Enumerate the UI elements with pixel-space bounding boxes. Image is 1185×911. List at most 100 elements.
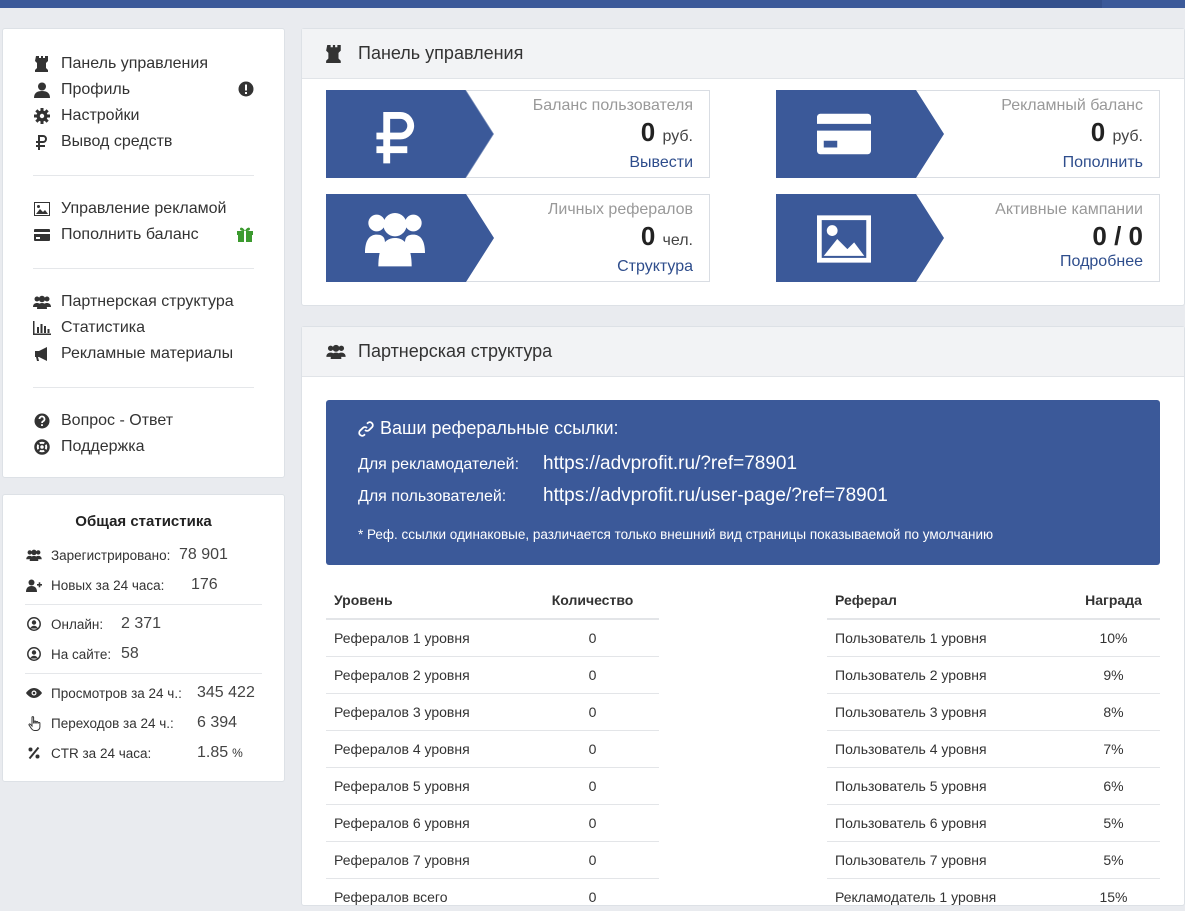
- user-ref-link[interactable]: https://advprofit.ru/user-page/?ref=7890…: [543, 485, 888, 507]
- ruble-icon: [373, 105, 421, 172]
- column-header: Уровень: [326, 581, 526, 620]
- users-icon: [365, 209, 425, 272]
- table-cell: 5%: [1067, 841, 1160, 879]
- tile-active-campaigns: Активные кампании 0 / 0 Подробнее: [776, 194, 1160, 282]
- tile-value: 0 руб.: [1001, 117, 1143, 152]
- table-cell: Пользователь 6 уровня: [827, 804, 1067, 842]
- advertiser-ref-link[interactable]: https://advprofit.ru/?ref=78901: [543, 453, 797, 475]
- divider: [25, 673, 262, 674]
- table-row: Пользователь 6 уровня 5%: [827, 804, 1160, 842]
- table-cell: Рефералов 7 уровня: [326, 841, 526, 879]
- dashboard-header: Панель управления: [302, 29, 1184, 79]
- tile-label: Баланс пользователя: [532, 97, 693, 114]
- tile-label: Активные кампании: [995, 201, 1143, 218]
- table-cell: Рефералов 2 уровня: [326, 656, 526, 694]
- sidebar: Панель управления Профиль Настройки Выво…: [2, 28, 285, 782]
- general-stats-panel: Общая статистика Зарегистрировано: 78 90…: [2, 494, 285, 782]
- user-circle-icon: [25, 617, 43, 631]
- sidebar-item-profile[interactable]: Профиль: [33, 77, 254, 103]
- link-icon: [358, 420, 374, 437]
- tile-number: 0: [640, 221, 656, 251]
- navbar-user-area[interactable]: [1000, 0, 1102, 8]
- sidebar-item-topup[interactable]: Пополнить баланс: [33, 222, 254, 248]
- sidebar-item-faq[interactable]: Вопрос - Ответ: [33, 408, 254, 434]
- table-row: Рефералов 6 уровня 0: [326, 804, 659, 842]
- table-cell: Рефералов всего: [326, 878, 526, 911]
- table-cell: Рефералов 3 уровня: [326, 693, 526, 731]
- tile-label: Личных рефералов: [547, 201, 693, 218]
- tile-number: 0 / 0: [1092, 221, 1143, 251]
- nav-group-ads: Управление рекламой Пополнить баланс: [3, 196, 284, 248]
- main-content: Панель управления Баланс пользователя 0 …: [301, 28, 1185, 911]
- divider: [33, 175, 254, 176]
- sidebar-item-settings[interactable]: Настройки: [33, 103, 254, 129]
- divider: [33, 268, 254, 269]
- nav-group-main: Панель управления Профиль Настройки Выво…: [3, 51, 284, 155]
- stat-value: 58: [121, 645, 139, 662]
- sidebar-item-label: Вывод средств: [61, 133, 173, 150]
- tile-ad-balance: Рекламный баланс 0 руб. Пополнить: [776, 90, 1160, 178]
- table-header: Уровень Количество: [326, 581, 659, 620]
- sidebar-item-label: Поддержка: [61, 438, 145, 455]
- tile-text: Активные кампании 0 / 0 Подробнее: [995, 201, 1143, 271]
- bullhorn-icon: [33, 345, 51, 363]
- column-header: Реферал: [827, 581, 1067, 620]
- levels-table: Уровень Количество Рефералов 1 уровня 0 Р…: [326, 581, 659, 911]
- rook-icon: [33, 55, 51, 73]
- exclamation-circle-icon: [238, 81, 254, 102]
- table-cell: 0: [526, 878, 659, 911]
- referral-note: * Реф. ссылки одинаковые, различается то…: [358, 527, 994, 542]
- page-title: Панель управления: [358, 43, 524, 63]
- sidebar-item-withdraw[interactable]: Вывод средств: [33, 129, 254, 155]
- stat-value: 1.85: [197, 744, 229, 761]
- details-link[interactable]: Подробнее: [995, 253, 1143, 271]
- structure-link[interactable]: Структура: [548, 258, 693, 276]
- divider: [33, 387, 254, 388]
- column-header: Награда: [1067, 581, 1160, 620]
- tile-text: Личных рефералов 0 чел. Структура: [548, 201, 693, 276]
- ref-label: Для рекламодателей:: [358, 456, 520, 473]
- gear-icon: [33, 107, 51, 125]
- users-icon: [33, 293, 51, 311]
- image-icon: [816, 215, 872, 268]
- sidebar-item-label: Профиль: [61, 81, 131, 98]
- sidebar-item-label: Статистика: [61, 319, 146, 336]
- table-row: Рефералов 1 уровня 0: [326, 619, 659, 657]
- stat-value: 78 901: [179, 546, 228, 563]
- stat-value: 6 394: [197, 714, 238, 731]
- table-cell: 8%: [1067, 693, 1160, 731]
- sidebar-item-label: Пополнить баланс: [61, 226, 199, 243]
- table-row: Рефералов 7 уровня 0: [326, 841, 659, 879]
- pointer-icon: [25, 715, 43, 731]
- stat-unit: %: [232, 746, 243, 760]
- sidebar-item-ads[interactable]: Управление рекламой: [33, 196, 254, 222]
- sidebar-item-materials[interactable]: Рекламные материалы: [33, 341, 254, 367]
- table-row: Рефералов 3 уровня 0: [326, 693, 659, 731]
- image-icon: [33, 200, 51, 218]
- table-cell: Рекламодатель 1 уровня: [827, 878, 1067, 911]
- table-cell: 0: [526, 767, 659, 805]
- user-icon: [33, 81, 51, 99]
- table-header: Реферал Награда: [827, 581, 1160, 620]
- sidebar-item-statistics[interactable]: Статистика: [33, 315, 254, 341]
- referral-title-text: Ваши реферальные ссылки:: [380, 418, 619, 438]
- topup-link[interactable]: Пополнить: [1001, 154, 1143, 172]
- stat-label: Онлайн:: [51, 616, 104, 632]
- stat-label: Зарегистрировано:: [51, 547, 171, 563]
- tile-value: 0 чел.: [548, 221, 693, 256]
- withdraw-link[interactable]: Вывести: [533, 154, 693, 172]
- sidebar-item-dashboard[interactable]: Панель управления: [33, 51, 254, 77]
- tile-unit: чел.: [662, 232, 693, 249]
- stat-on-site: На сайте: 58: [25, 639, 262, 669]
- sidebar-item-support[interactable]: Поддержка: [33, 434, 254, 460]
- tile-number: 0: [1090, 117, 1106, 147]
- stat-label: Новых за 24 часа:: [51, 577, 165, 593]
- section-title: Партнерская структура: [358, 341, 553, 361]
- question-circle-icon: [33, 412, 51, 430]
- table-cell: Пользователь 5 уровня: [827, 767, 1067, 805]
- sidebar-item-partners[interactable]: Партнерская структура: [33, 289, 254, 315]
- stat-value: 2 371: [121, 615, 162, 632]
- tile-text: Рекламный баланс 0 руб. Пополнить: [1001, 97, 1143, 172]
- stat-label: Переходов за 24 ч.:: [51, 715, 174, 731]
- partners-card: Партнерская структура Ваши реферальные с…: [301, 326, 1185, 911]
